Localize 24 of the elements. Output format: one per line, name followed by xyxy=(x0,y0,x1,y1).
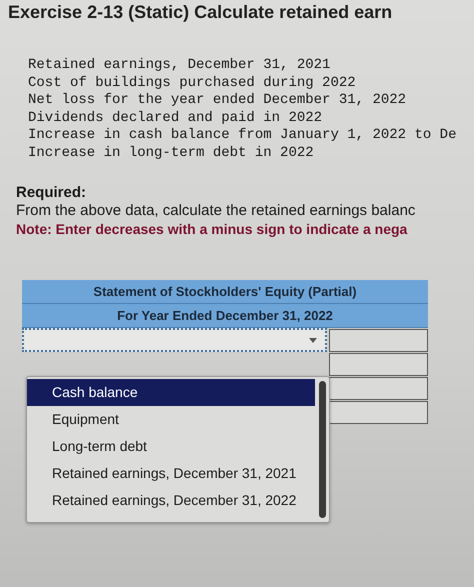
data-line: Increase in cash balance from January 1, 2022 to De xyxy=(28,127,458,144)
dropdown-option[interactable]: Equipment xyxy=(27,406,315,433)
required-heading: Required: xyxy=(16,184,88,202)
note-text: Note: Enter decreases with a minus sign to indicate a nega xyxy=(16,220,408,238)
dropdown-option[interactable]: Retained earnings, December 31, 2021 xyxy=(27,460,315,487)
table-header: Statement of Stockholders' Equity (Partial) xyxy=(22,280,428,304)
data-line: Net loss for the year ended December 31, 2022 xyxy=(28,92,408,110)
instruction-text: From the above data, calculate the retained earnings balanc xyxy=(16,202,416,220)
data-line: Cost of buildings purchased during 2022 xyxy=(28,74,357,92)
exercise-title: Exercise 2-13 (Static) Calculate retained earn xyxy=(7,1,394,23)
amount-input[interactable] xyxy=(329,377,428,400)
amount-input[interactable] xyxy=(329,329,428,352)
account-dropdown[interactable] xyxy=(22,328,327,352)
caret-icon xyxy=(309,338,317,343)
table-header: For Year Ended December 31, 2022 xyxy=(22,304,428,328)
amount-input[interactable] xyxy=(329,353,428,376)
dropdown-option[interactable]: Retained earnings, December 31, 2022 xyxy=(27,487,315,514)
amount-input[interactable] xyxy=(329,401,428,424)
scrollbar[interactable] xyxy=(319,381,326,518)
data-line: Retained earnings, December 31, 2021 xyxy=(28,57,332,74)
dropdown-option[interactable]: Cash balance xyxy=(27,379,315,406)
data-line: Increase in long-term debt in 2022 xyxy=(28,144,315,162)
dropdown-option[interactable]: Long-term debt xyxy=(27,433,315,460)
data-line: Dividends declared and paid in 2022 xyxy=(28,110,324,127)
